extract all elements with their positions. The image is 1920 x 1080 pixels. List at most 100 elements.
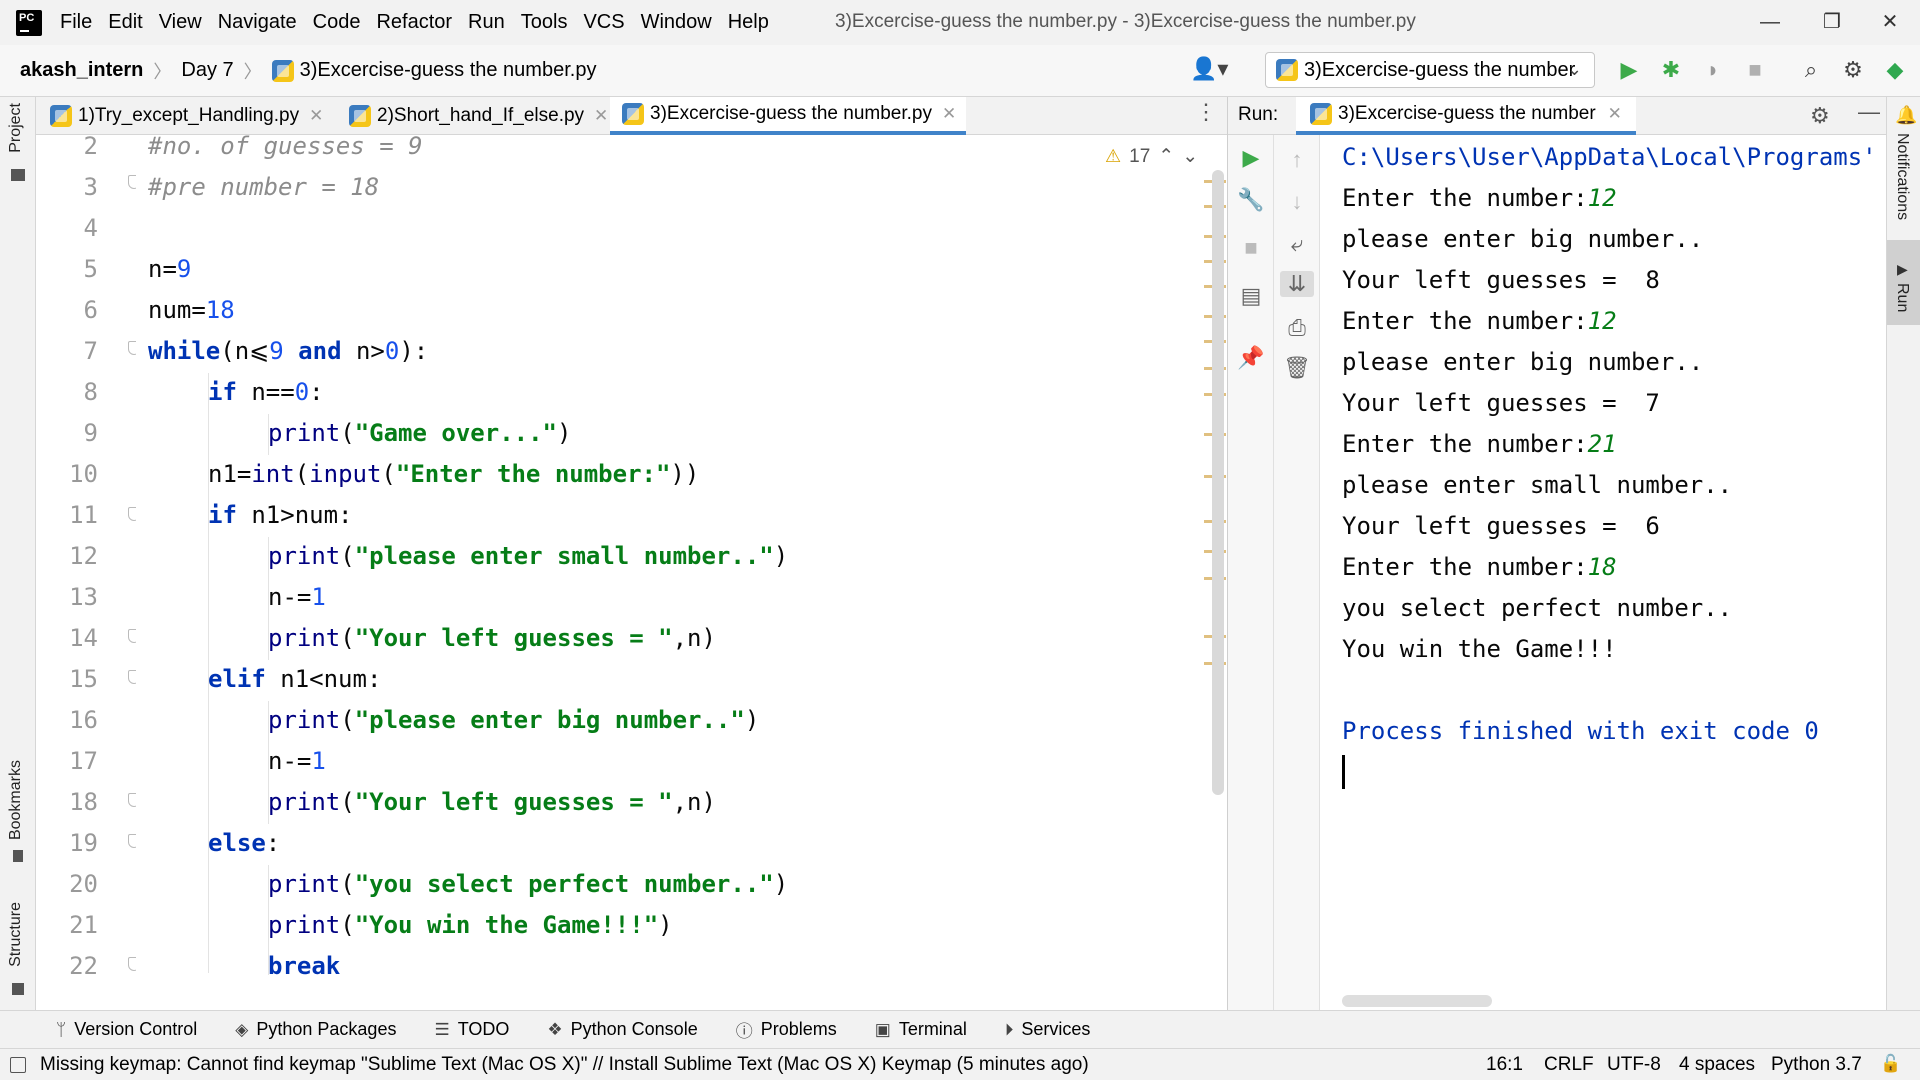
- run-side-tab[interactable]: Run: [1893, 283, 1911, 312]
- search-icon[interactable]: ⌕: [1796, 55, 1826, 85]
- fold-marker-icon[interactable]: [128, 957, 136, 971]
- cursor-position[interactable]: 16:1: [1486, 1054, 1523, 1076]
- tab-options-icon[interactable]: ⋮: [1195, 99, 1217, 125]
- menu-file[interactable]: File: [60, 11, 92, 34]
- fold-marker-icon[interactable]: [128, 175, 136, 189]
- chevron-up-icon[interactable]: ⌃: [1158, 145, 1174, 168]
- indent-setting[interactable]: 4 spaces: [1679, 1054, 1755, 1076]
- notifications-tab[interactable]: Notifications: [1893, 133, 1911, 220]
- chevron-down-icon: ⌄: [1566, 59, 1582, 79]
- arrow-down-icon[interactable]: ↓: [1274, 189, 1320, 215]
- code-editor[interactable]: #no. of guesses = 9 #pre number = 18 n=9…: [136, 135, 1210, 975]
- python-file-icon: [1276, 59, 1298, 81]
- close-tab-icon[interactable]: ✕: [1608, 104, 1622, 124]
- breadcrumb-file[interactable]: 3)Excercise-guess the number.py: [300, 59, 597, 82]
- line-number: 4: [83, 214, 98, 242]
- status-toggle-icon[interactable]: [10, 1057, 26, 1073]
- lock-icon[interactable]: 🔓: [1880, 1054, 1901, 1074]
- services-button[interactable]: ⏵ Services: [1005, 1019, 1091, 1040]
- run-toolbar-secondary: ↑ ↓ ⤶ ⇊ ⎙ 🗑: [1274, 135, 1320, 1010]
- run-console[interactable]: C:\Users\User\AppData\Local\Programs' En…: [1320, 135, 1886, 1010]
- python-interpreter[interactable]: Python 3.7: [1771, 1054, 1862, 1076]
- terminal-button[interactable]: ▣ Terminal: [875, 1019, 967, 1040]
- editor-tab-guess-number[interactable]: 3)Excercise-guess the number.py ✕: [610, 97, 967, 135]
- info-icon: ⓘ: [735, 1022, 753, 1041]
- left-tool-strip: Project Bookmarks Structure: [0, 97, 36, 1010]
- breadcrumb-folder[interactable]: Day 7: [181, 59, 233, 82]
- structure-icon: [12, 983, 24, 995]
- chevron-down-icon[interactable]: ⌄: [1182, 145, 1198, 168]
- fold-marker-icon[interactable]: [128, 629, 136, 643]
- line-number: 2: [83, 135, 98, 160]
- fold-marker-icon[interactable]: [128, 793, 136, 807]
- version-control-button[interactable]: ᛘ Version Control: [56, 1019, 197, 1040]
- menu-navigate[interactable]: Navigate: [218, 11, 297, 34]
- stop-icon[interactable]: ■: [1740, 55, 1770, 85]
- gear-icon[interactable]: ⚙: [1838, 55, 1868, 85]
- bookmarks-tab[interactable]: Bookmarks: [7, 760, 25, 840]
- print-icon[interactable]: ⎙: [1274, 315, 1320, 341]
- menu-run[interactable]: Run: [468, 11, 505, 34]
- code-line: print("You win the Game!!!"): [268, 911, 673, 939]
- line-ending[interactable]: CRLF: [1544, 1054, 1594, 1076]
- run-icon[interactable]: ▶: [1614, 55, 1644, 85]
- debug-icon[interactable]: ✱: [1656, 55, 1686, 85]
- trash-icon[interactable]: 🗑: [1274, 355, 1320, 381]
- wrench-icon[interactable]: 🔧: [1228, 187, 1274, 213]
- structure-tab[interactable]: Structure: [7, 902, 25, 967]
- breadcrumb-project[interactable]: akash_intern: [20, 59, 143, 82]
- gear-icon[interactable]: ⚙: [1810, 103, 1830, 129]
- scroll-to-end-icon[interactable]: ⇊: [1280, 271, 1314, 297]
- code-line: n-=1: [268, 583, 326, 611]
- problems-button[interactable]: ⓘ Problems: [736, 1017, 837, 1042]
- arrow-up-icon[interactable]: ↑: [1274, 147, 1320, 173]
- menu-refactor[interactable]: Refactor: [376, 11, 452, 34]
- project-tab[interactable]: Project: [7, 103, 25, 153]
- fold-marker-icon[interactable]: [128, 341, 136, 355]
- services-icon: ⏵: [1004, 1019, 1014, 1039]
- editor-tab-try-except[interactable]: 1)Try_except_Handling.py ✕: [50, 97, 323, 135]
- python-packages-button[interactable]: ◈ Python Packages: [235, 1019, 396, 1040]
- menu-help[interactable]: Help: [728, 11, 769, 34]
- notification-bell-icon[interactable]: 🔔: [1895, 105, 1917, 126]
- ide-logo-icon[interactable]: ◆: [1880, 55, 1910, 85]
- fold-marker-icon[interactable]: [128, 670, 136, 684]
- minimize-icon[interactable]: —: [1750, 6, 1790, 38]
- line-number: 3: [83, 173, 98, 201]
- restore-icon[interactable]: ❐: [1812, 6, 1852, 38]
- editor-scrollbar[interactable]: [1212, 170, 1224, 795]
- soft-wrap-icon[interactable]: ⤶: [1274, 231, 1320, 257]
- minimize-panel-icon[interactable]: —: [1858, 99, 1880, 125]
- menu-vcs[interactable]: VCS: [583, 11, 624, 34]
- user-icon[interactable]: 👤▾: [1190, 56, 1228, 82]
- menu-tools[interactable]: Tools: [521, 11, 568, 34]
- layers-icon: ◈: [235, 1019, 249, 1039]
- layout-icon[interactable]: ▤: [1228, 283, 1274, 309]
- menu-view[interactable]: View: [159, 11, 202, 34]
- stop-icon[interactable]: ■: [1228, 235, 1274, 261]
- run-configuration-select[interactable]: 3)Excercise-guess the number ⌄: [1265, 52, 1595, 88]
- close-tab-icon[interactable]: ✕: [942, 104, 956, 124]
- python-file-icon: [271, 59, 294, 82]
- todo-button[interactable]: ☰ TODO: [434, 1019, 509, 1040]
- close-tab-icon[interactable]: ✕: [594, 106, 608, 126]
- pin-icon[interactable]: 📌: [1228, 345, 1274, 371]
- file-encoding[interactable]: UTF-8: [1607, 1054, 1661, 1076]
- console-line: Enter the number:12: [1342, 184, 1617, 212]
- fold-marker-icon[interactable]: [128, 507, 136, 521]
- menu-edit[interactable]: Edit: [108, 11, 142, 34]
- close-tab-icon[interactable]: ✕: [309, 106, 323, 126]
- inspection-widget[interactable]: ⚠ 17 ⌃ ⌄: [1105, 145, 1198, 168]
- python-console-button[interactable]: ❖ Python Console: [547, 1019, 697, 1040]
- rerun-icon[interactable]: ▶: [1228, 145, 1274, 171]
- console-horizontal-scrollbar[interactable]: [1342, 995, 1492, 1007]
- menu-code[interactable]: Code: [313, 11, 361, 34]
- status-message[interactable]: Missing keymap: Cannot find keymap "Subl…: [10, 1054, 1089, 1076]
- close-window-icon[interactable]: ✕: [1870, 6, 1910, 38]
- menu-window[interactable]: Window: [641, 11, 712, 34]
- run-tab[interactable]: 3)Excercise-guess the number ✕: [1296, 97, 1636, 135]
- editor-tab-short-hand[interactable]: 2)Short_hand_If_else.py ✕: [349, 97, 608, 135]
- coverage-icon[interactable]: ◗: [1698, 55, 1728, 85]
- line-number: 22: [69, 952, 98, 975]
- fold-marker-icon[interactable]: [128, 834, 136, 848]
